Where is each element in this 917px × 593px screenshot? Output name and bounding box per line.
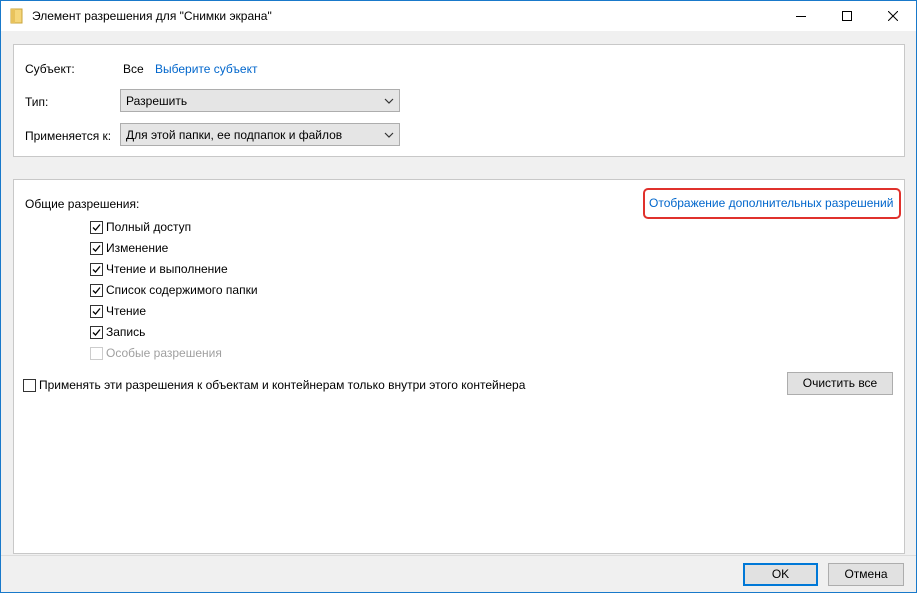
folder-icon bbox=[10, 8, 24, 24]
applies-to-label: Применяется к: bbox=[25, 129, 112, 143]
checkmark-icon bbox=[92, 287, 101, 294]
subject-label: Субъект: bbox=[25, 62, 75, 76]
chevron-down-icon bbox=[383, 95, 395, 107]
checkmark-icon bbox=[92, 266, 101, 273]
maximize-button[interactable] bbox=[824, 1, 870, 31]
chevron-down-icon bbox=[383, 129, 395, 141]
highlight-box bbox=[643, 188, 901, 219]
select-subject-link[interactable]: Выберите субъект bbox=[155, 62, 257, 76]
principal-panel: Субъект: Все Выберите субъект Тип: Разре… bbox=[13, 44, 905, 157]
subject-value: Все bbox=[123, 62, 144, 76]
close-icon bbox=[888, 11, 898, 21]
close-button[interactable] bbox=[870, 1, 916, 31]
checkmark-icon bbox=[92, 308, 101, 315]
checkmark-icon bbox=[92, 224, 101, 231]
checkbox[interactable] bbox=[90, 242, 103, 255]
type-select[interactable]: Разрешить bbox=[120, 89, 400, 112]
checkbox[interactable] bbox=[90, 326, 103, 339]
permissions-panel: Общие разрешения: Полный доступ Изменени… bbox=[13, 179, 905, 554]
clear-all-button[interactable]: Очистить все bbox=[787, 372, 893, 395]
maximize-icon bbox=[842, 11, 852, 21]
checkbox[interactable] bbox=[90, 305, 103, 318]
checkbox[interactable] bbox=[90, 221, 103, 234]
applies-to-select-value: Для этой папки, ее подпапок и файлов bbox=[126, 128, 343, 142]
basic-permissions-label: Общие разрешения: bbox=[25, 197, 140, 211]
checkbox[interactable] bbox=[23, 379, 36, 392]
permission-label: Полный доступ bbox=[106, 220, 192, 234]
permission-label: Изменение bbox=[106, 241, 169, 255]
permission-label: Чтение и выполнение bbox=[106, 262, 228, 276]
applies-to-select[interactable]: Для этой папки, ее подпапок и файлов bbox=[120, 123, 400, 146]
checkmark-icon bbox=[92, 329, 101, 336]
cancel-button[interactable]: Отмена bbox=[828, 563, 904, 586]
checkbox bbox=[90, 347, 103, 360]
permission-label: Запись bbox=[106, 325, 146, 339]
permission-label: Особые разрешения bbox=[106, 346, 222, 360]
minimize-button[interactable] bbox=[778, 1, 824, 31]
permission-label: Список содержимого папки bbox=[106, 283, 258, 297]
permission-label: Чтение bbox=[106, 304, 147, 318]
ok-button[interactable]: OK bbox=[743, 563, 818, 586]
title-bar[interactable]: Элемент разрешения для "Снимки экрана" bbox=[1, 1, 916, 31]
checkbox[interactable] bbox=[90, 284, 103, 297]
type-select-value: Разрешить bbox=[126, 94, 188, 108]
type-label: Тип: bbox=[25, 95, 49, 109]
checkbox[interactable] bbox=[90, 263, 103, 276]
footer-separator bbox=[1, 555, 916, 556]
apply-only-within-label: Применять эти разрешения к объектам и ко… bbox=[39, 378, 526, 392]
minimize-icon bbox=[796, 11, 806, 21]
checkmark-icon bbox=[92, 245, 101, 252]
permission-entry-dialog: Элемент разрешения для "Снимки экрана" С… bbox=[0, 0, 917, 593]
window-title: Элемент разрешения для "Снимки экрана" bbox=[32, 9, 272, 23]
